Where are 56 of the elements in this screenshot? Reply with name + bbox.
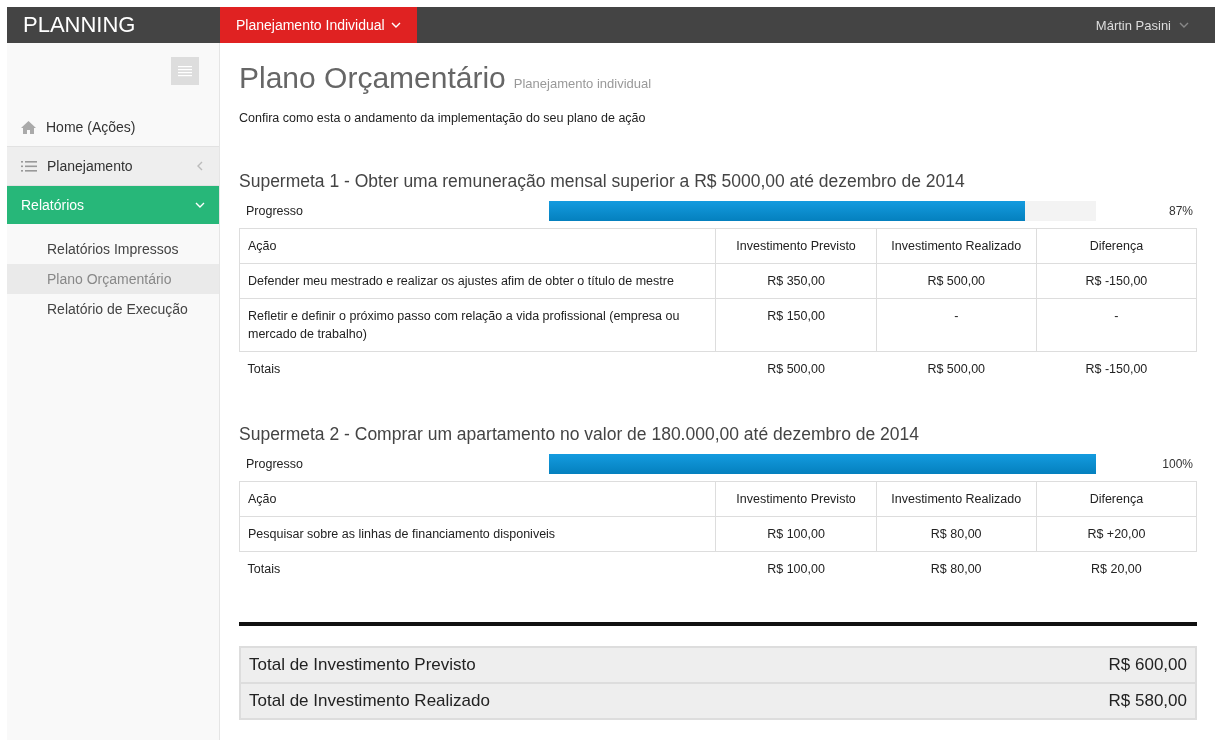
intro-text: Confira como esta o andamento da implementação do seu plano de ação	[239, 111, 647, 125]
progress-reading: 87%	[1167, 204, 1193, 218]
table-cell: R$ +20,00	[1036, 516, 1197, 552]
column-header: Diferença	[1036, 228, 1197, 264]
progress-label: Progresso	[246, 457, 304, 471]
total-cell: R$ 500,00	[716, 351, 877, 386]
summary-value: R$ 580,00	[1108, 691, 1187, 711]
summary-label: Total de Investimento Realizado	[249, 691, 490, 711]
table-cell: R$ 150,00	[716, 298, 877, 352]
sidebar-subitem[interactable]: Relatório de Execução	[7, 294, 219, 324]
column-header: Investimento Previsto	[716, 228, 877, 264]
list-icon	[21, 160, 37, 172]
total-cell: R$ 100,00	[716, 551, 877, 586]
table-cell: R$ 100,00	[716, 516, 877, 552]
column-header: Investimento Realizado	[876, 228, 1037, 264]
sidebar-subitem[interactable]: Relatórios Impressos	[7, 234, 219, 264]
column-header: Ação	[239, 228, 716, 264]
progress-reading: 100%	[1161, 457, 1193, 471]
summary-value: R$ 600,00	[1108, 655, 1187, 675]
total-cell: R$ -150,00	[1036, 351, 1197, 386]
user-menu[interactable]: Mártin Pasini	[1095, 7, 1215, 43]
column-header: Investimento Realizado	[876, 481, 1037, 517]
table-cell: R$ 500,00	[876, 263, 1037, 299]
caret-icon	[1179, 20, 1189, 30]
total-cell: R$ 20,00	[1036, 551, 1197, 586]
page-subtitle: Planejamento individual	[513, 76, 652, 91]
home-icon	[21, 120, 36, 134]
table-cell: Refletir e definir o próximo passo com relação a vida profissional (empresa ou mercado de trabalho)	[239, 298, 716, 352]
table-cell: R$ 350,00	[716, 263, 877, 299]
chevron-icon	[195, 161, 205, 171]
table-cell: Pesquisar sobre as linhas de financiamento disponiveis	[239, 516, 716, 552]
total-cell: R$ 80,00	[876, 551, 1037, 586]
table-cell: Defender meu mestrado e realizar os ajustes afim de obter o título de mestre	[239, 263, 716, 299]
chevron-icon	[195, 200, 205, 210]
sidebar-item[interactable]: Planejamento	[7, 146, 219, 185]
total-cell: R$ 500,00	[876, 351, 1037, 386]
sidebar-item[interactable]: Home (Ações)	[7, 107, 219, 146]
goal-title: Supermeta 1 - Obter uma remuneração mensal superior a R$ 5000,00 até dezembro de 2014	[239, 171, 966, 192]
table-cell: R$ -150,00	[1036, 263, 1197, 299]
column-header: Investimento Previsto	[716, 481, 877, 517]
total-cell: Totais	[239, 551, 716, 586]
table-cell: -	[1036, 298, 1197, 352]
menu-icon	[178, 65, 192, 77]
goal-title: Supermeta 2 - Comprar um apartamento no valor de 180.000,00 até dezembro de 2014	[239, 424, 920, 445]
caret-icon	[390, 20, 401, 30]
column-header: Diferença	[1036, 481, 1197, 517]
brand-logo: PLANNING	[22, 11, 137, 39]
summary-label: Total de Investimento Previsto	[249, 655, 476, 675]
menu-toggle[interactable]	[171, 57, 199, 85]
total-cell: Totais	[239, 351, 716, 386]
progress-label: Progresso	[246, 204, 304, 218]
table-cell: R$ 80,00	[876, 516, 1037, 552]
column-header: Ação	[239, 481, 716, 517]
planning-menu[interactable]: Planejamento Individual	[220, 7, 417, 43]
page-title: Plano Orçamentário	[239, 61, 506, 95]
table-cell: -	[876, 298, 1037, 352]
